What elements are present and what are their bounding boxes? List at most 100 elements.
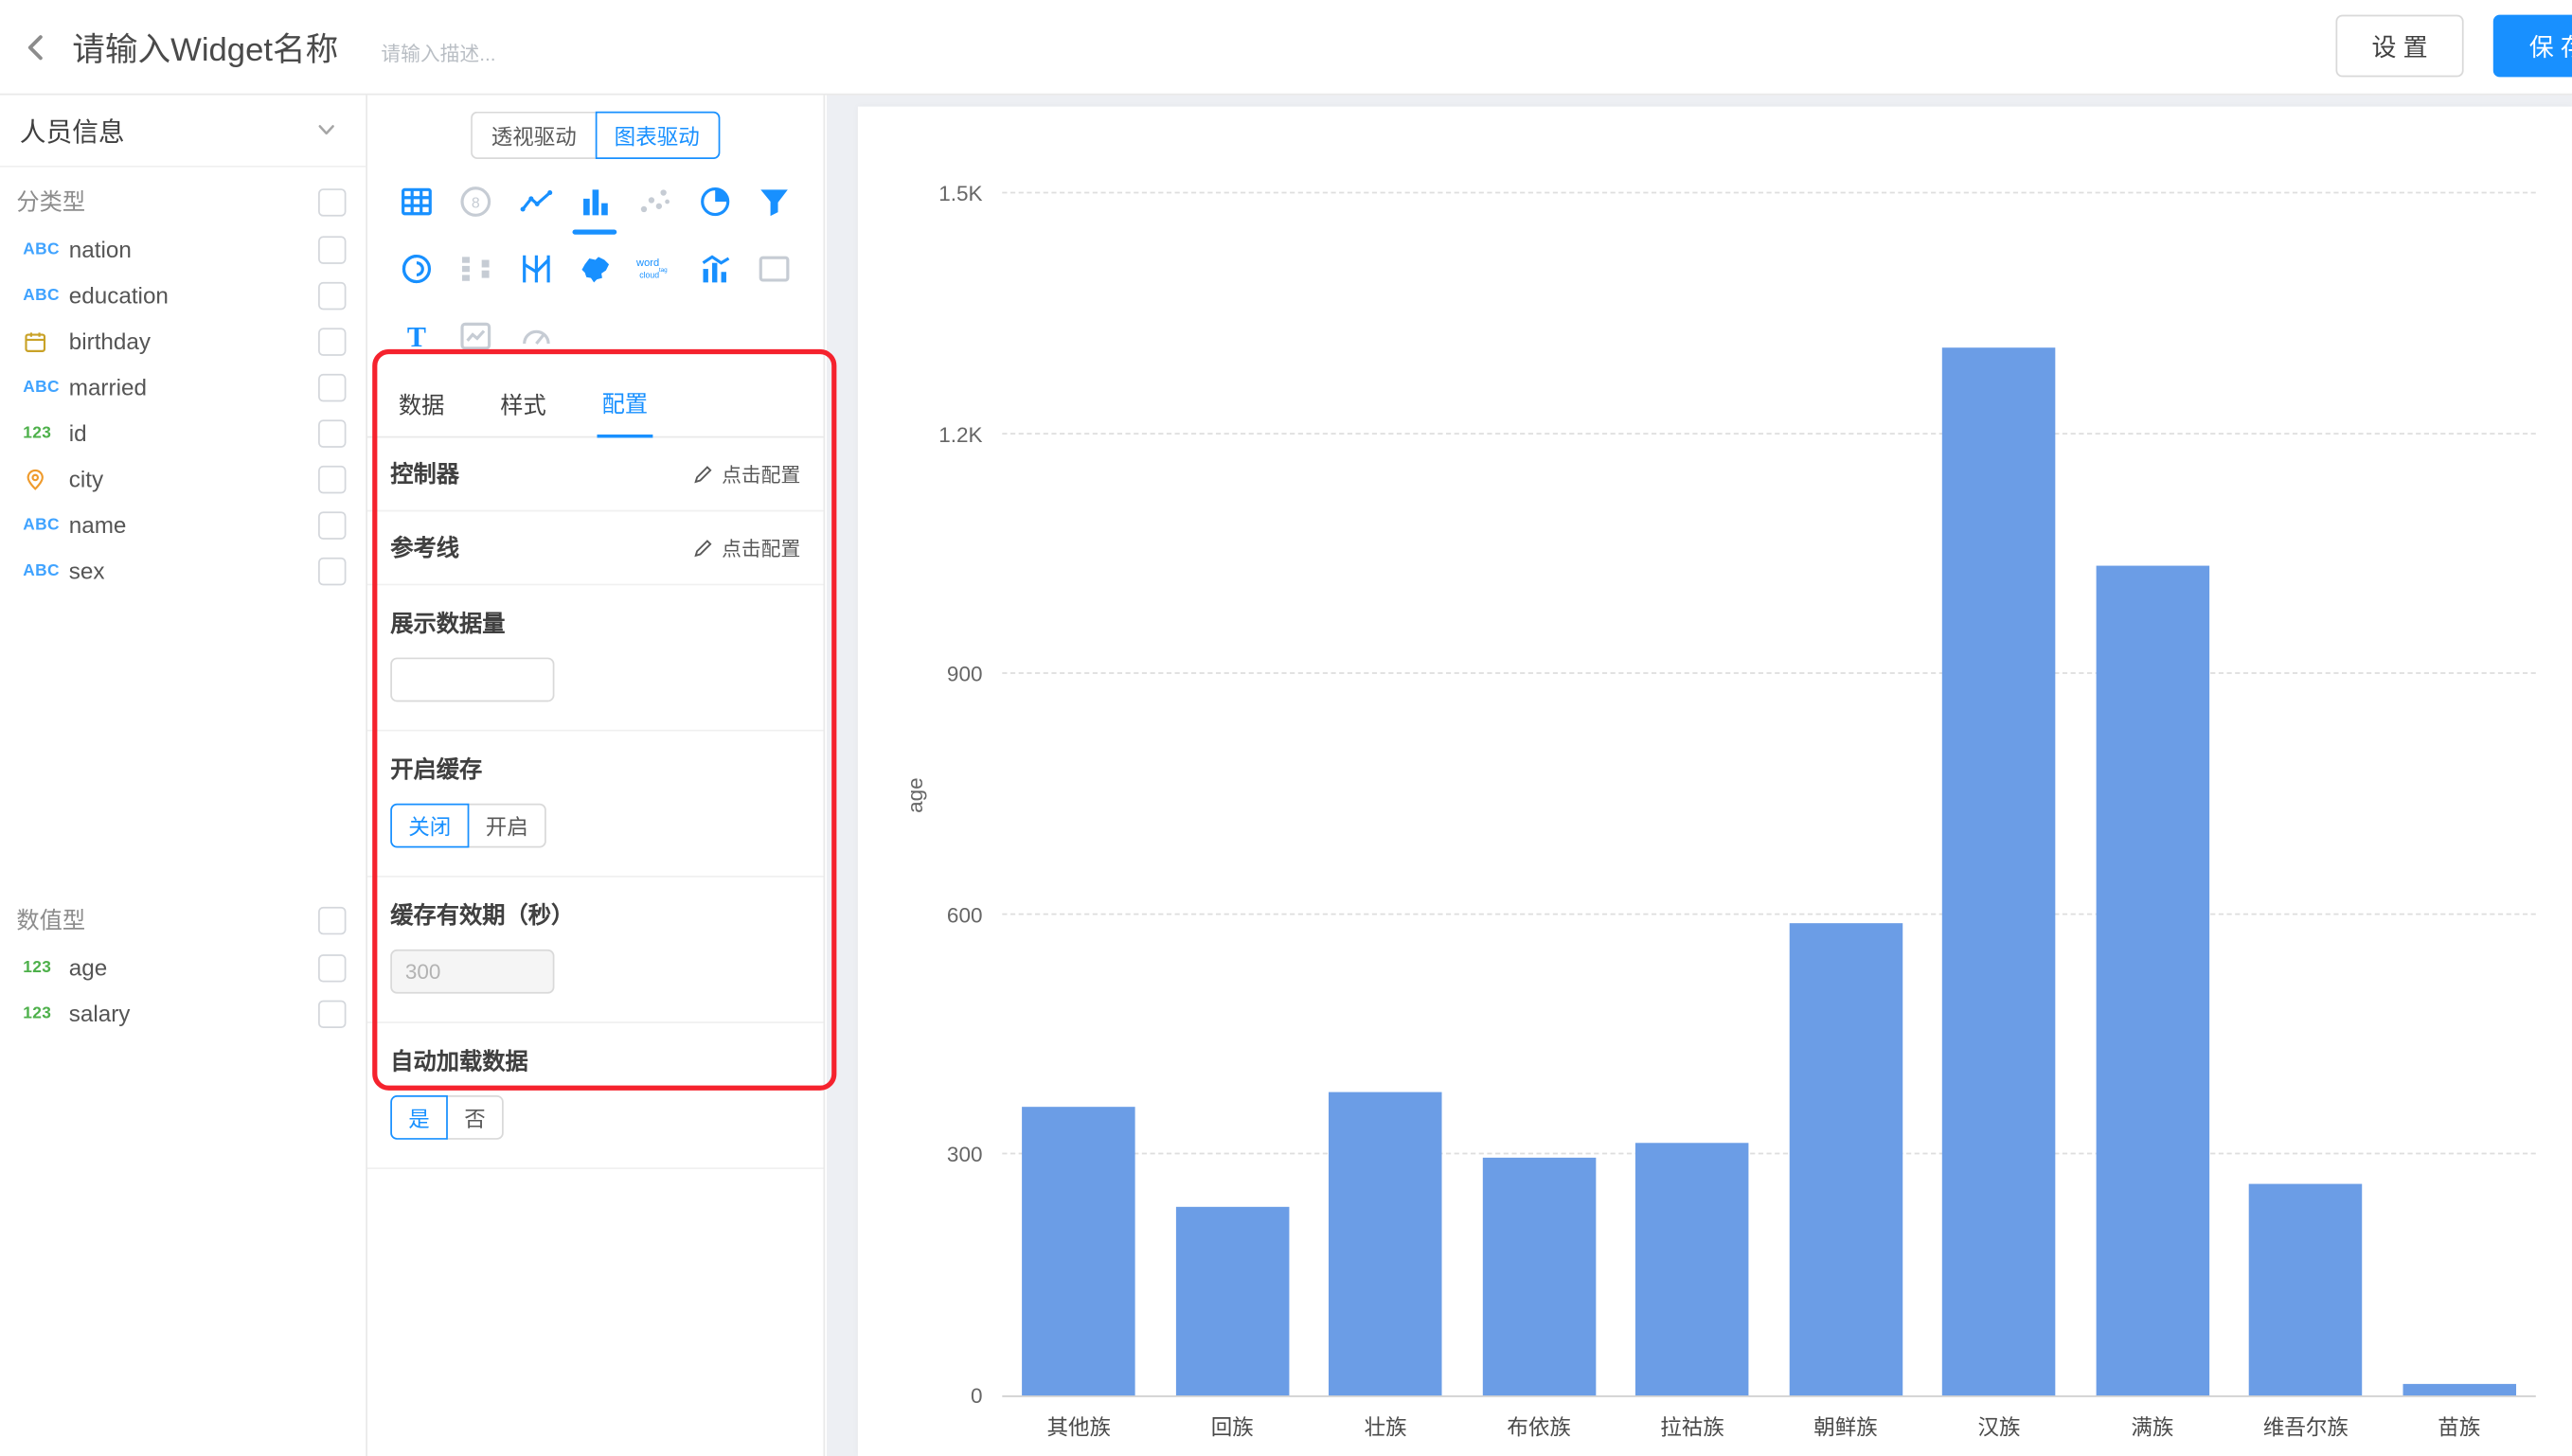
bar[interactable] <box>2096 566 2209 1395</box>
calendar-icon <box>23 328 67 353</box>
field-item[interactable]: ABCname <box>0 502 366 547</box>
bar[interactable] <box>1329 1092 1442 1395</box>
field-item[interactable]: ABCnation <box>0 226 366 272</box>
svg-text:cloud: cloud <box>640 271 660 280</box>
cache-ttl-input[interactable] <box>390 950 554 994</box>
bar[interactable] <box>1175 1207 1289 1395</box>
y-tick-label: 900 <box>947 662 983 686</box>
field-checkbox[interactable] <box>318 465 346 492</box>
field-name: married <box>69 374 318 400</box>
field-item[interactable]: 123id <box>0 410 366 455</box>
field-checkbox[interactable] <box>318 328 346 355</box>
field-checkbox[interactable] <box>318 419 346 447</box>
field-item[interactable]: ABCmarried <box>0 364 366 410</box>
trend-card-chart-icon[interactable] <box>455 315 499 358</box>
field-name: id <box>69 419 318 446</box>
number-type-badge: 123 <box>23 1004 67 1022</box>
parallel-chart-icon[interactable] <box>513 248 558 291</box>
field-name: salary <box>69 1001 318 1027</box>
cache-ttl-block: 缓存有效期（秒） <box>367 878 824 1023</box>
bar[interactable] <box>1482 1158 1596 1395</box>
field-checkbox[interactable] <box>318 236 346 263</box>
dataset-selector[interactable]: 人员信息 <box>0 94 366 168</box>
bar-slot <box>1462 193 1616 1395</box>
field-checkbox[interactable] <box>318 373 346 400</box>
controller-label: 控制器 <box>390 457 459 490</box>
line-chart-icon[interactable] <box>513 181 558 223</box>
bar-chart-icon[interactable] <box>573 181 617 223</box>
autoload-label: 自动加载数据 <box>390 1044 800 1077</box>
bar[interactable] <box>2402 1383 2516 1395</box>
data-limit-input[interactable] <box>390 658 554 702</box>
map-chart-icon[interactable] <box>573 248 617 291</box>
y-tick-label: 600 <box>947 902 983 927</box>
field-item[interactable]: ABCeducation <box>0 273 366 318</box>
bar[interactable] <box>1789 923 1902 1395</box>
gauge-chart-icon[interactable] <box>513 315 558 358</box>
field-checkbox[interactable] <box>318 511 346 539</box>
field-item[interactable]: ABCsex <box>0 548 366 594</box>
field-item[interactable]: 123age <box>0 945 366 990</box>
reference-line-label: 参考线 <box>390 531 459 564</box>
richtext-chart-icon[interactable]: T <box>395 315 439 358</box>
location-icon <box>23 467 67 491</box>
autoload-yes-button[interactable]: 是 <box>390 1095 448 1140</box>
funnel-chart-icon[interactable] <box>752 181 796 223</box>
string-type-badge: ABC <box>23 286 67 304</box>
widget-desc-input[interactable]: 请输入描述... <box>381 40 495 67</box>
header-actions: 设 置 保 存 <box>2336 15 2572 78</box>
bar[interactable] <box>1942 347 2056 1395</box>
bar[interactable] <box>1022 1107 1135 1395</box>
scorecard-chart-icon[interactable]: 8 <box>455 181 499 223</box>
dual-axis-chart-icon[interactable] <box>692 248 737 291</box>
svg-text:8: 8 <box>473 195 481 211</box>
field-checkbox[interactable] <box>318 953 346 981</box>
reference-line-configure-link[interactable]: 点击配置 <box>692 534 800 561</box>
x-tick-label: 其他族 <box>1002 1411 1155 1442</box>
field-name: name <box>69 511 318 538</box>
bar[interactable] <box>2249 1183 2363 1395</box>
field-name: nation <box>69 236 318 262</box>
tab-config[interactable]: 配置 <box>597 387 652 438</box>
autoload-no-button[interactable]: 否 <box>446 1095 504 1140</box>
x-tick-label: 壮族 <box>1309 1411 1462 1442</box>
field-name: birthday <box>69 328 318 354</box>
bars-container <box>1002 193 2536 1395</box>
iframe-chart-icon[interactable] <box>752 248 796 291</box>
chart-drive-button[interactable]: 图表驱动 <box>595 112 720 159</box>
tab-data[interactable]: 数据 <box>394 389 450 436</box>
field-item[interactable]: city <box>0 456 366 502</box>
pivot-drive-button[interactable]: 透视驱动 <box>472 112 595 159</box>
scatter-chart-icon[interactable] <box>633 181 677 223</box>
back-button[interactable] <box>0 0 72 94</box>
widget-name-input[interactable]: 请输入Widget名称 <box>72 23 338 70</box>
controller-configure-link[interactable]: 点击配置 <box>692 460 800 488</box>
pie-chart-icon[interactable] <box>692 181 737 223</box>
tab-style[interactable]: 样式 <box>495 389 551 436</box>
autoload-toggle: 是 否 <box>390 1095 504 1140</box>
reference-line-row: 参考线 点击配置 <box>367 511 824 585</box>
field-name: city <box>69 466 318 492</box>
svg-text:T: T <box>407 321 426 353</box>
bar[interactable] <box>1635 1143 1749 1395</box>
cache-off-button[interactable]: 关闭 <box>390 804 469 848</box>
table-chart-icon[interactable] <box>395 181 439 223</box>
category-section-checkbox[interactable] <box>318 187 346 215</box>
wordcloud-chart-icon[interactable]: wordcloudtag <box>633 248 677 291</box>
sankey-chart-icon[interactable] <box>455 248 499 291</box>
save-button[interactable]: 保 存 <box>2493 15 2572 78</box>
bar-chart-plot: age 其他族回族壮族布依族拉祜族朝鲜族汉族满族维吾尔族苗族 030060090… <box>1002 193 2536 1396</box>
field-checkbox[interactable] <box>318 557 346 584</box>
chart-type-grid: 8 wordcloudtag T <box>367 159 824 358</box>
settings-button[interactable]: 设 置 <box>2336 15 2464 78</box>
field-item[interactable]: 123salary <box>0 990 366 1036</box>
controller-configure-text: 点击配置 <box>722 460 800 488</box>
cache-on-button[interactable]: 开启 <box>468 804 546 848</box>
field-checkbox[interactable] <box>318 1000 346 1027</box>
y-tick-label: 300 <box>947 1143 983 1167</box>
field-name: education <box>69 282 318 309</box>
numeric-section-checkbox[interactable] <box>318 906 346 933</box>
field-checkbox[interactable] <box>318 281 346 309</box>
rose-chart-icon[interactable] <box>395 248 439 291</box>
field-item[interactable]: birthday <box>0 318 366 364</box>
